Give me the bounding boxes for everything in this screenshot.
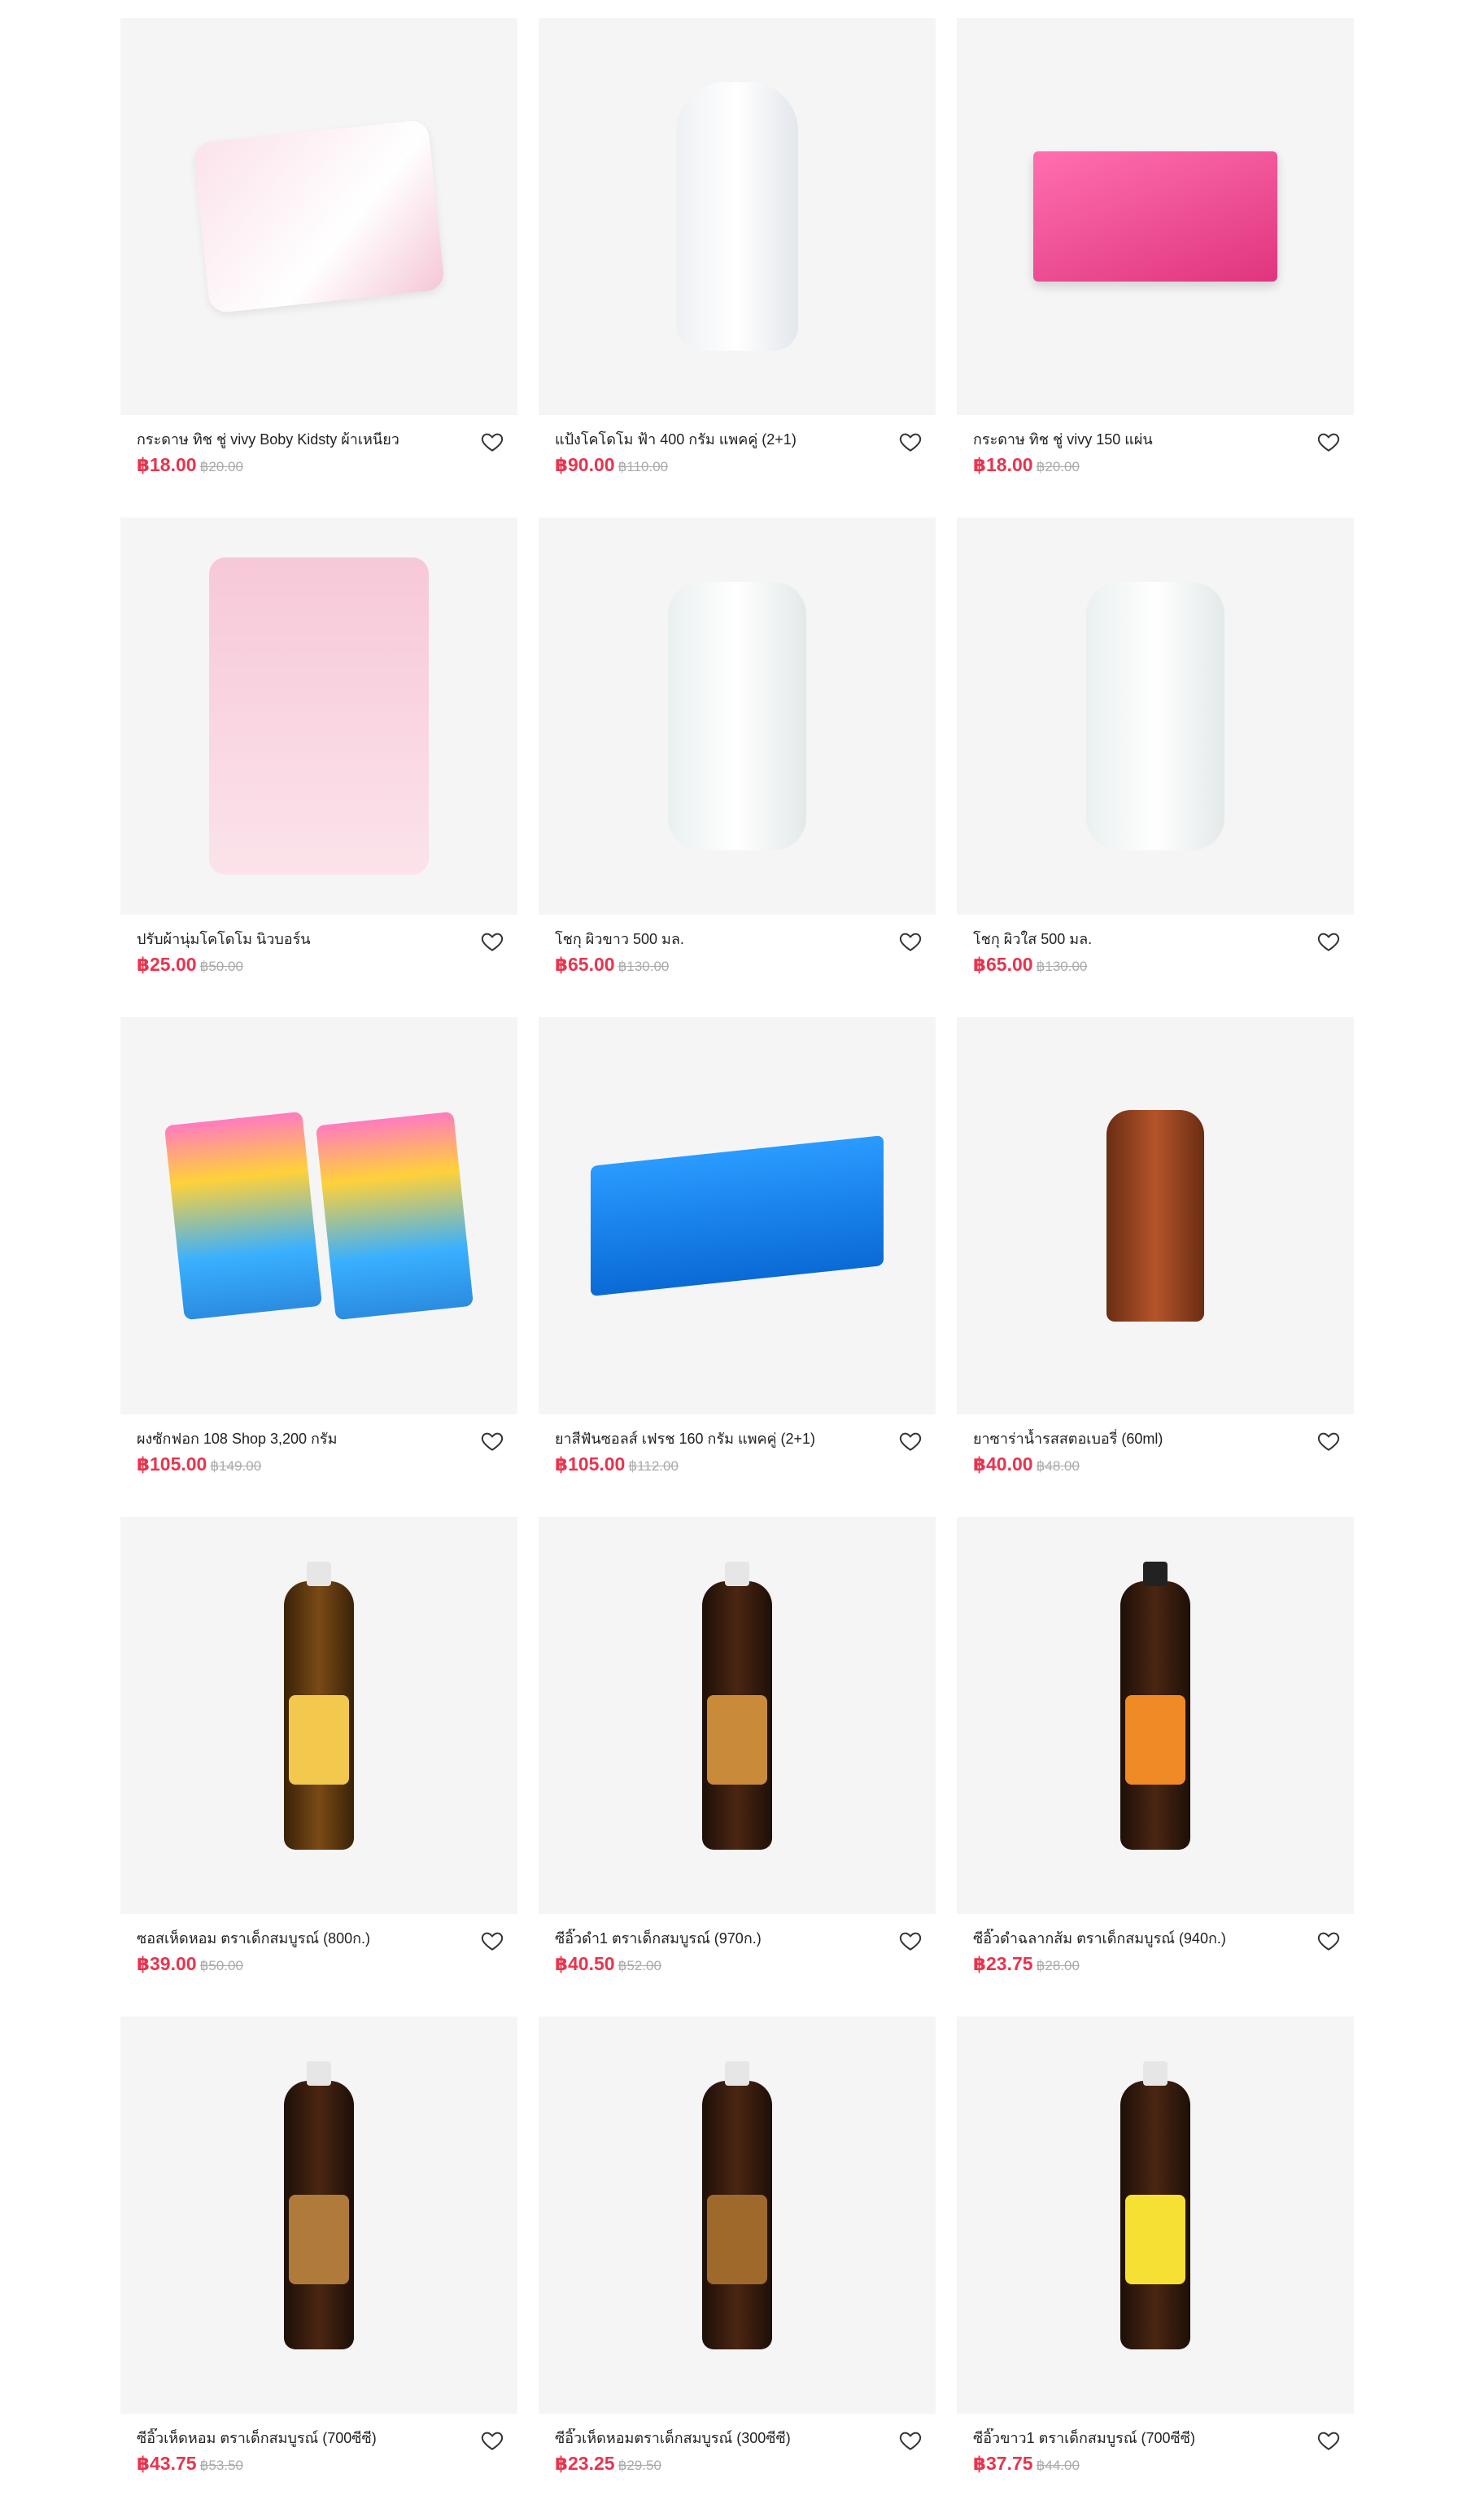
product-name[interactable]: ซีอิ๊วเห็ดหอม ตราเด็กสมบูรณ์ (700ซีซี) (137, 2428, 462, 2448)
product-card[interactable]: ซอสเห็ดหอม ตราเด็กสมบูรณ์ (800ก.) ฿39.00… (120, 1517, 517, 1995)
product-old-price: ฿50.00 (199, 959, 243, 974)
product-old-price: ฿29.50 (618, 2458, 661, 2473)
product-list-page: กระดาษ ทิช ชู่ vivy Boby Kidsty ผ้าเหนีย… (0, 0, 1484, 2504)
product-card[interactable]: ซีอิ๊วเห็ดหอม ตราเด็กสมบูรณ์ (700ซีซี) ฿… (120, 2017, 517, 2495)
product-old-price: ฿53.50 (199, 2458, 243, 2473)
product-image-shower-cream-orange[interactable] (957, 518, 1354, 915)
wishlist-heart-icon[interactable] (1316, 929, 1341, 954)
product-image-toothpaste[interactable] (539, 1017, 936, 1414)
wishlist-heart-icon[interactable] (1316, 430, 1341, 454)
product-name[interactable]: ซีอิ๊วเห็ดหอมตราเด็กสมบูรณ์ (300ซีซี) (555, 2428, 880, 2448)
product-image-shower-cream-green[interactable] (539, 518, 936, 915)
wishlist-heart-icon[interactable] (898, 1429, 923, 1453)
product-card[interactable]: แป้งโคโดโม ฟ้า 400 กรัม แพคคู่ (2+1) ฿90… (539, 18, 936, 496)
product-card[interactable]: กระดาษ ทิช ชู่ vivy Boby Kidsty ผ้าเหนีย… (120, 18, 517, 496)
product-name[interactable]: โชกุ ผิวขาว 500 มล. (555, 929, 880, 949)
product-name[interactable]: ซอสเห็ดหอม ตราเด็กสมบูรณ์ (800ก.) (137, 1929, 462, 1948)
product-name[interactable]: กระดาษ ทิช ชู่ vivy Boby Kidsty ผ้าเหนีย… (137, 430, 462, 449)
product-grid: กระดาษ ทิช ชู่ vivy Boby Kidsty ผ้าเหนีย… (120, 18, 1354, 2495)
product-old-price: ฿20.00 (1036, 459, 1080, 474)
wishlist-heart-icon[interactable] (1316, 1429, 1341, 1453)
product-old-price: ฿52.00 (618, 1958, 661, 1973)
wishlist-heart-icon[interactable] (480, 929, 504, 954)
wishlist-heart-icon[interactable] (480, 1929, 504, 1953)
wishlist-heart-icon[interactable] (480, 1429, 504, 1453)
product-card[interactable]: ผงซักฟอก 108 Shop 3,200 กรัม ฿105.00 ฿14… (120, 1017, 517, 1496)
product-image-sauce-bottle[interactable] (120, 1517, 517, 1914)
product-image-sauce-bottle[interactable] (539, 1517, 936, 1914)
product-name[interactable]: ซีอิ๊วขาว1 ตราเด็กสมบูรณ์ (700ซีซี) (973, 2428, 1298, 2448)
product-image-fabric-softener[interactable] (120, 518, 517, 915)
product-card[interactable]: ซีอิ๊วเห็ดหอมตราเด็กสมบูรณ์ (300ซีซี) ฿2… (539, 2017, 936, 2495)
product-name[interactable]: ปรับผ้านุ่มโคโดโม นิวบอร์น (137, 929, 462, 949)
product-image-tissue-box[interactable] (957, 18, 1354, 415)
product-price: ฿40.00 (973, 1453, 1033, 1475)
wishlist-heart-icon[interactable] (898, 929, 923, 954)
product-image-sauce-bottle[interactable] (957, 2017, 1354, 2414)
product-old-price: ฿50.00 (199, 1958, 243, 1973)
product-card[interactable]: ซีอิ๊วดำฉลากส้ม ตราเด็กสมบูรณ์ (940ก.) ฿… (957, 1517, 1354, 1995)
product-image-sauce-bottle[interactable] (539, 2017, 936, 2414)
wishlist-heart-icon[interactable] (1316, 1929, 1341, 1953)
product-name[interactable]: โชกุ ผิวใส 500 มล. (973, 929, 1298, 949)
product-image-sauce-bottle[interactable] (957, 1517, 1354, 1914)
product-price: ฿105.00 (555, 1453, 626, 1475)
wishlist-heart-icon[interactable] (480, 430, 504, 454)
product-name[interactable]: ยาซาร่าน้ำรสสตอเบอรี่ (60ml) (973, 1429, 1298, 1449)
product-image-syrup[interactable] (957, 1017, 1354, 1414)
product-old-price: ฿44.00 (1036, 2458, 1080, 2473)
product-old-price: ฿130.00 (1036, 959, 1088, 974)
product-price: ฿39.00 (137, 1953, 197, 1974)
product-card[interactable]: โชกุ ผิวใส 500 มล. ฿65.00 ฿130.00 (957, 518, 1354, 996)
product-old-price: ฿112.00 (628, 1458, 679, 1474)
product-price: ฿105.00 (137, 1453, 207, 1475)
product-price: ฿37.75 (973, 2453, 1033, 2474)
product-price: ฿65.00 (555, 954, 615, 975)
product-price: ฿65.00 (973, 954, 1033, 975)
product-name[interactable]: กระดาษ ทิช ชู่ vivy 150 แผ่น (973, 430, 1298, 449)
product-price: ฿90.00 (555, 454, 615, 475)
product-name[interactable]: ยาสีฟันซอลส์ เฟรช 160 กรัม แพคคู่ (2+1) (555, 1429, 880, 1449)
product-name[interactable]: ซีอิ๊วดำ1 ตราเด็กสมบูรณ์ (970ก.) (555, 1929, 880, 1948)
product-card[interactable]: ซีอิ๊วดำ1 ตราเด็กสมบูรณ์ (970ก.) ฿40.50 … (539, 1517, 936, 1995)
product-image-sauce-bottle[interactable] (120, 2017, 517, 2414)
product-card[interactable]: โชกุ ผิวขาว 500 มล. ฿65.00 ฿130.00 (539, 518, 936, 996)
wishlist-heart-icon[interactable] (898, 430, 923, 454)
product-card[interactable]: ซีอิ๊วขาว1 ตราเด็กสมบูรณ์ (700ซีซี) ฿37.… (957, 2017, 1354, 2495)
product-name[interactable]: ซีอิ๊วดำฉลากส้ม ตราเด็กสมบูรณ์ (940ก.) (973, 1929, 1298, 1948)
product-old-price: ฿149.00 (210, 1458, 262, 1474)
wishlist-heart-icon[interactable] (480, 2428, 504, 2453)
product-name[interactable]: แป้งโคโดโม ฟ้า 400 กรัม แพคคู่ (2+1) (555, 430, 880, 449)
product-image-baby-powder[interactable] (539, 18, 936, 415)
wishlist-heart-icon[interactable] (898, 1929, 923, 1953)
product-price: ฿23.25 (555, 2453, 615, 2474)
product-price: ฿23.75 (973, 1953, 1033, 1974)
product-old-price: ฿48.00 (1036, 1458, 1080, 1474)
product-old-price: ฿130.00 (618, 959, 670, 974)
product-price: ฿43.75 (137, 2453, 197, 2474)
product-card[interactable]: ปรับผ้านุ่มโคโดโม นิวบอร์น ฿25.00 ฿50.00 (120, 518, 517, 996)
product-old-price: ฿28.00 (1036, 1958, 1080, 1973)
product-image-detergent[interactable] (120, 1017, 517, 1414)
product-name[interactable]: ผงซักฟอก 108 Shop 3,200 กรัม (137, 1429, 462, 1449)
product-card[interactable]: ยาสีฟันซอลส์ เฟรช 160 กรัม แพคคู่ (2+1) … (539, 1017, 936, 1496)
product-old-price: ฿110.00 (618, 459, 669, 474)
product-price: ฿40.50 (555, 1953, 615, 1974)
product-card[interactable]: กระดาษ ทิช ชู่ vivy 150 แผ่น ฿18.00 ฿20.… (957, 18, 1354, 496)
wishlist-heart-icon[interactable] (898, 2428, 923, 2453)
product-old-price: ฿20.00 (199, 459, 243, 474)
wishlist-heart-icon[interactable] (1316, 2428, 1341, 2453)
product-price: ฿18.00 (137, 454, 197, 475)
product-card[interactable]: ยาซาร่าน้ำรสสตอเบอรี่ (60ml) ฿40.00 ฿48.… (957, 1017, 1354, 1496)
product-price: ฿18.00 (973, 454, 1033, 475)
product-price: ฿25.00 (137, 954, 197, 975)
product-image-baby-wipes[interactable] (120, 18, 517, 415)
